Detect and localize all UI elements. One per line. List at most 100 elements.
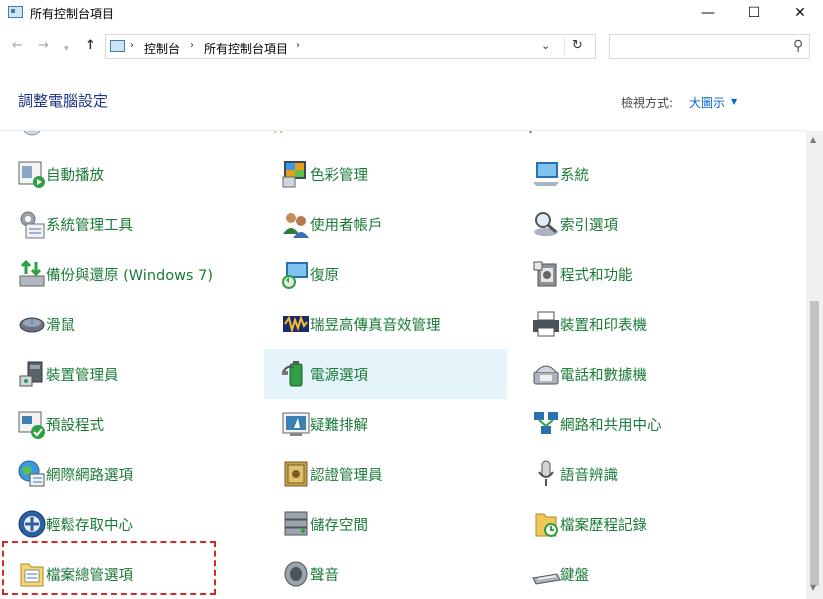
refresh-icon[interactable]: ↻ <box>572 38 583 53</box>
up-arrow-icon[interactable]: ↑ <box>85 39 96 53</box>
administrative-tools-icon <box>20 211 45 239</box>
item-network-sharing[interactable]: 網路和共用中心 <box>514 399 757 449</box>
item-programs-features[interactable]: 程式和功能 <box>514 249 757 299</box>
breadcrumb-chevron-icon[interactable]: › <box>190 40 194 51</box>
printer-icon <box>533 311 559 337</box>
item-label: 復原 <box>310 268 339 284</box>
page-title: 調整電腦設定 <box>18 92 109 110</box>
item-troubleshooting[interactable]: 疑難排解 <box>264 399 507 449</box>
item-label: 裝置管理員 <box>46 368 119 384</box>
item-mouse[interactable]: 滑鼠 <box>0 299 243 349</box>
autoplay-icon <box>18 161 45 188</box>
item-backup-restore[interactable]: 備份與還原 (Windows 7) <box>0 249 243 299</box>
item-label: 裝置和印表機 <box>560 318 647 334</box>
forward-arrow-icon[interactable]: → <box>38 39 49 53</box>
item-recovery[interactable]: 復原 <box>264 249 507 299</box>
item-label: 備份與還原 (Windows 7) <box>46 268 213 284</box>
address-dropdown-icon[interactable]: ⌄ <box>541 39 550 52</box>
item-label: 電源選項 <box>310 368 368 384</box>
content-header: 調整電腦設定 檢視方式: 大圖示 ▼ <box>0 80 823 130</box>
internet-globe-icon <box>18 460 45 487</box>
item-speech-recognition[interactable]: 語音辨識 <box>514 449 757 499</box>
control-panel-icon <box>110 40 125 52</box>
item-label: 輕鬆存取中心 <box>46 518 133 534</box>
item-indexing-options[interactable]: 索引選項 <box>514 199 757 249</box>
back-arrow-icon[interactable]: ← <box>12 39 23 53</box>
network-sharing-icon <box>534 412 558 434</box>
partial-item-icon <box>23 131 41 136</box>
partial-item-icon: A <box>274 131 283 136</box>
address-bar[interactable]: › 控制台 › 所有控制台項目 › ⌄ ↻ <box>105 34 596 59</box>
backup-restore-icon <box>19 259 45 287</box>
close-button[interactable]: ✕ <box>777 0 823 26</box>
item-administrative-tools[interactable]: 系統管理工具 <box>0 199 243 249</box>
address-divider <box>564 38 565 55</box>
maximize-button[interactable]: ☐ <box>731 0 777 26</box>
mouse-icon <box>19 317 45 333</box>
credential-vault-icon <box>284 461 308 487</box>
speaker-icon <box>284 561 308 587</box>
item-system[interactable]: 系統 <box>514 149 757 199</box>
item-color-management[interactable]: 色彩管理 <box>264 149 507 199</box>
svg-text:A: A <box>274 131 283 136</box>
minimize-button[interactable]: — <box>685 0 731 26</box>
default-programs-icon <box>18 411 45 439</box>
item-label: 預設程式 <box>46 418 104 434</box>
item-label: 索引選項 <box>560 218 618 234</box>
device-manager-icon <box>19 361 43 387</box>
breadcrumb-chevron-icon[interactable]: › <box>296 40 300 51</box>
scroll-down-icon[interactable]: ▼ <box>810 583 816 592</box>
item-label: 程式和功能 <box>560 268 633 284</box>
user-accounts-icon <box>283 213 309 238</box>
item-label: 滑鼠 <box>46 318 75 334</box>
annotation-highlight-box <box>2 541 216 595</box>
power-battery-icon <box>282 361 303 387</box>
item-credential-manager[interactable]: 認證管理員 <box>264 449 507 499</box>
control-panel-items: A 自動播放 色彩管理 系統 系統管理工具 使用者帳戶 索引選項 備份與還原 (… <box>0 131 806 599</box>
item-label: 認證管理員 <box>310 468 383 484</box>
item-user-accounts[interactable]: 使用者帳戶 <box>264 199 507 249</box>
item-label: 瑞昱高傳真音效管理 <box>310 318 441 334</box>
item-label: 網路和共用中心 <box>560 418 662 434</box>
item-label: 電話和數據機 <box>560 368 647 384</box>
search-input[interactable]: ⚲ <box>609 34 810 59</box>
item-label: 疑難排解 <box>310 418 368 434</box>
item-phone-modem[interactable]: 電話和數據機 <box>514 349 757 399</box>
vertical-scrollbar[interactable]: ▲ ▼ <box>806 131 823 599</box>
breadcrumb-all-items[interactable]: 所有控制台項目 <box>204 40 288 57</box>
system-computer-icon <box>533 162 559 186</box>
item-label: 網際網路選項 <box>46 468 133 484</box>
item-realtek-audio[interactable]: 瑞昱高傳真音效管理 <box>264 299 507 349</box>
scroll-up-icon[interactable]: ▲ <box>810 135 816 144</box>
view-by-dropdown[interactable]: 大圖示 <box>689 94 725 111</box>
item-label: 系統管理工具 <box>46 218 133 234</box>
item-device-manager[interactable]: 裝置管理員 <box>0 349 243 399</box>
view-by-chevron-icon[interactable]: ▼ <box>731 97 737 106</box>
programs-features-icon <box>533 261 557 287</box>
phone-modem-icon <box>533 365 559 385</box>
indexing-magnifier-icon <box>534 212 558 236</box>
item-internet-options[interactable]: 網際網路選項 <box>0 449 243 499</box>
item-file-history[interactable]: 檔案歷程記錄 <box>514 499 757 549</box>
item-autoplay[interactable]: 自動播放 <box>0 149 243 199</box>
color-management-icon <box>282 161 306 188</box>
item-label: 檔案歷程記錄 <box>560 518 647 534</box>
item-label: 聲音 <box>310 568 339 584</box>
recent-locations-chevron-icon[interactable]: ▾ <box>64 42 69 56</box>
scrollbar-thumb[interactable] <box>810 301 819 586</box>
navigation-bar: ← → ▾ ↑ › 控制台 › 所有控制台項目 › ⌄ ↻ ⚲ <box>0 26 823 66</box>
search-icon[interactable]: ⚲ <box>793 38 803 54</box>
item-power-options[interactable]: 電源選項 <box>264 349 507 399</box>
item-storage-spaces[interactable]: 儲存空間 <box>264 499 507 549</box>
item-devices-printers[interactable]: 裝置和印表機 <box>514 299 757 349</box>
title-bar: 所有控制台項目 — ☐ ✕ <box>0 0 823 26</box>
item-keyboard[interactable]: 鍵盤 <box>514 549 757 599</box>
item-sound[interactable]: 聲音 <box>264 549 507 599</box>
item-label: 語音辨識 <box>560 468 618 484</box>
breadcrumb-chevron-icon[interactable]: › <box>130 40 134 51</box>
item-default-programs[interactable]: 預設程式 <box>0 399 243 449</box>
breadcrumb-control-panel[interactable]: 控制台 <box>144 40 180 57</box>
window-title: 所有控制台項目 <box>30 7 115 21</box>
partial-item-icon <box>529 131 532 134</box>
storage-spaces-icon <box>284 511 308 536</box>
